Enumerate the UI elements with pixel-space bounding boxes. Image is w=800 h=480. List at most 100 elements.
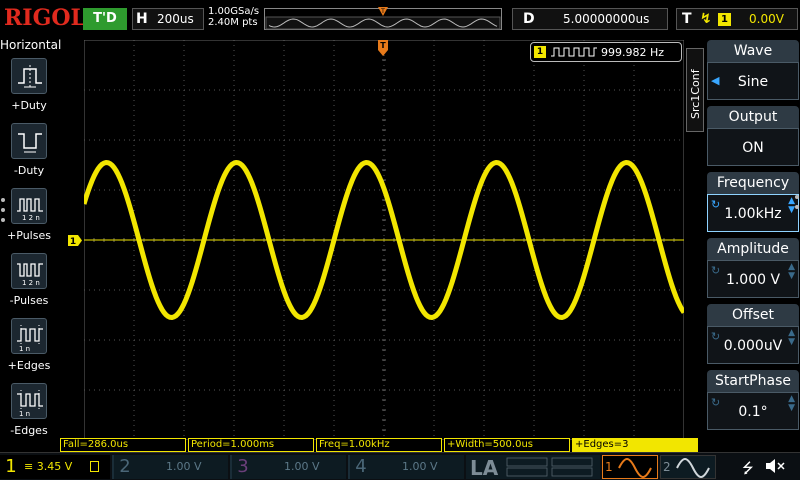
svg-text:T: T: [380, 8, 385, 15]
output-value-box[interactable]: ON: [707, 128, 799, 166]
frequency-counter: 1 999.982 Hz: [530, 42, 682, 62]
run-status-badge[interactable]: T'D: [83, 8, 127, 30]
negative-duty-button[interactable]: [11, 123, 47, 159]
generator2-number: 2: [663, 460, 671, 474]
negative-pulses-button[interactable]: 1 2 n: [11, 253, 47, 289]
generator2-status[interactable]: 2: [660, 455, 716, 479]
logic-analyzer-status[interactable]: LA: [466, 455, 600, 480]
startphase-menu-item[interactable]: StartPhase ↻ ▲ ▼ 0.1°: [707, 370, 799, 432]
amplitude-value: 1.000 V: [725, 272, 781, 288]
generator1-number: 1: [605, 460, 613, 474]
output-label: Output: [707, 106, 799, 128]
ch1-status[interactable]: 1 ≡ 3.45 V: [0, 455, 110, 479]
frequency-value-box[interactable]: ↻ ▲ ▼ 1.00kHz: [707, 194, 799, 232]
ch1-offset-marker-icon[interactable]: 1: [68, 235, 82, 246]
frequency-menu-item[interactable]: Frequency ↻ ▲ ▼ 1.00kHz: [707, 172, 799, 234]
wave-label: Wave: [707, 40, 799, 62]
rising-edge-trigger-icon: ↯: [700, 11, 712, 27]
svg-text:T: T: [380, 41, 386, 50]
sine-wave-icon: [618, 458, 652, 478]
trigger-label: T: [682, 11, 692, 27]
ch4-scale: 1.00 V: [402, 460, 438, 473]
measurement-period[interactable]: Period=1.000ms: [188, 438, 314, 452]
measurement-freq[interactable]: Freq=1.00kHz: [316, 438, 442, 452]
ch4-status[interactable]: 4 1.00 V: [348, 455, 464, 479]
svg-text:1 2 n: 1 2 n: [22, 214, 40, 222]
source-config-menu: Src1Conf Wave ◀ Sine Output ON Frequency…: [686, 38, 800, 438]
generator1-status[interactable]: 1: [602, 455, 658, 479]
adjust-arrows-icon: ▲ ▼: [788, 394, 795, 413]
src1conf-tab[interactable]: Src1Conf: [686, 48, 704, 132]
adjust-arrows-icon: ▲ ▼: [788, 262, 795, 281]
knob-icon: ↻: [711, 198, 721, 211]
offset-menu-item[interactable]: Offset ↻ ▲ ▼ 0.000uV: [707, 304, 799, 366]
wave-menu-item[interactable]: Wave ◀ Sine: [707, 40, 799, 102]
delay-box[interactable]: D 5.00000000us: [512, 8, 668, 30]
trigger-position-marker-icon[interactable]: T: [377, 40, 389, 58]
measurement-positive-edges[interactable]: +Edges=3: [572, 438, 698, 452]
square-wave-icon: [551, 47, 597, 57]
delay-label: D: [523, 11, 535, 27]
ch2-scale: 1.00 V: [166, 460, 202, 473]
svg-text:1 n: 1 n: [19, 345, 30, 353]
positive-pulses-label: +Pulses: [7, 229, 51, 242]
startphase-value-box[interactable]: ↻ ▲ ▼ 0.1°: [707, 392, 799, 430]
frequency-label: Frequency: [707, 172, 799, 194]
page-dot: [795, 205, 799, 209]
knob-icon: ↻: [711, 330, 721, 343]
rising-edges-button[interactable]: 1 n: [11, 318, 47, 354]
horizontal-timebase-box[interactable]: H 200us: [132, 8, 204, 30]
right-menu-page-indicator: [795, 195, 799, 215]
startphase-value: 0.1°: [738, 404, 768, 420]
digital-channels-grid-icon: [506, 457, 593, 477]
trigger-box[interactable]: T ↯ 1 0.00V: [676, 8, 798, 30]
frequency-value: 1.00kHz: [724, 206, 782, 222]
amplitude-value-box[interactable]: ↻ ▲ ▼ 1.000 V: [707, 260, 799, 298]
rising-edges-label: +Edges: [7, 359, 51, 372]
trigger-position-icon: T: [378, 7, 388, 16]
timebase-value: 200us: [157, 12, 194, 26]
ch4-number: 4: [355, 456, 367, 477]
output-value: ON: [742, 140, 764, 156]
falling-edges-label: -Edges: [10, 424, 48, 437]
ch1-number: 1: [0, 455, 22, 479]
ch1-scale: ≡ 3.45 V: [24, 460, 73, 473]
counter-channel-badge: 1: [534, 46, 546, 58]
offset-value-box[interactable]: ↻ ▲ ▼ 0.000uV: [707, 326, 799, 364]
offset-label: Offset: [707, 304, 799, 326]
horizontal-measure-menu: Horizontal +Duty -Duty 1 2 n +Pulses 1 2…: [0, 38, 61, 438]
startphase-label: StartPhase: [707, 370, 799, 392]
ch3-number: 3: [237, 456, 249, 477]
waveform-display[interactable]: [84, 40, 684, 440]
positive-pulses-icon: 1 2 n: [17, 198, 43, 222]
wave-value-box[interactable]: ◀ Sine: [707, 62, 799, 100]
amplitude-menu-item[interactable]: Amplitude ↻ ▲ ▼ 1.000 V: [707, 238, 799, 300]
output-menu-item[interactable]: Output ON: [707, 106, 799, 168]
falling-edges-button[interactable]: 1 n: [11, 383, 47, 419]
delay-value: 5.00000000us: [563, 12, 650, 26]
memory-depth: 2.40M pts: [208, 17, 258, 28]
negative-duty-label: -Duty: [13, 164, 45, 177]
usb-icon: ⭍: [742, 461, 754, 477]
speaker-mute-icon[interactable]: [764, 457, 786, 475]
trigger-level-value: 0.00V: [749, 12, 784, 26]
positive-pulses-button[interactable]: 1 2 n: [11, 188, 47, 224]
knob-icon: ↻: [711, 396, 721, 409]
sine-wave-icon: [676, 458, 710, 478]
counter-value: 999.982 Hz: [601, 46, 665, 59]
channel-status-bar: 1 ≡ 3.45 V 2 1.00 V 3 1.00 V 4 1.00 V LA…: [0, 452, 800, 480]
sample-info: 1.00GSa/s 2.40M pts: [208, 6, 259, 28]
measurement-positive-width[interactable]: +Width=500.0us: [444, 438, 570, 452]
graticule: [84, 40, 684, 440]
knob-icon: ↻: [711, 264, 721, 277]
ch2-status[interactable]: 2 1.00 V: [112, 455, 228, 479]
measurement-bar: Fall=286.0us Period=1.000ms Freq=1.00kHz…: [60, 438, 700, 452]
ch1-marker-label: 1: [70, 237, 76, 246]
measurement-fall[interactable]: Fall=286.0us: [60, 438, 186, 452]
rising-edges-icon: 1 n: [17, 325, 43, 353]
ch1-scale-value: 3.45 V: [36, 460, 73, 473]
positive-duty-button[interactable]: [11, 58, 47, 94]
positive-duty-label: +Duty: [11, 99, 47, 112]
brand-logo: RIGOL: [4, 5, 86, 31]
ch3-status[interactable]: 3 1.00 V: [230, 455, 346, 479]
